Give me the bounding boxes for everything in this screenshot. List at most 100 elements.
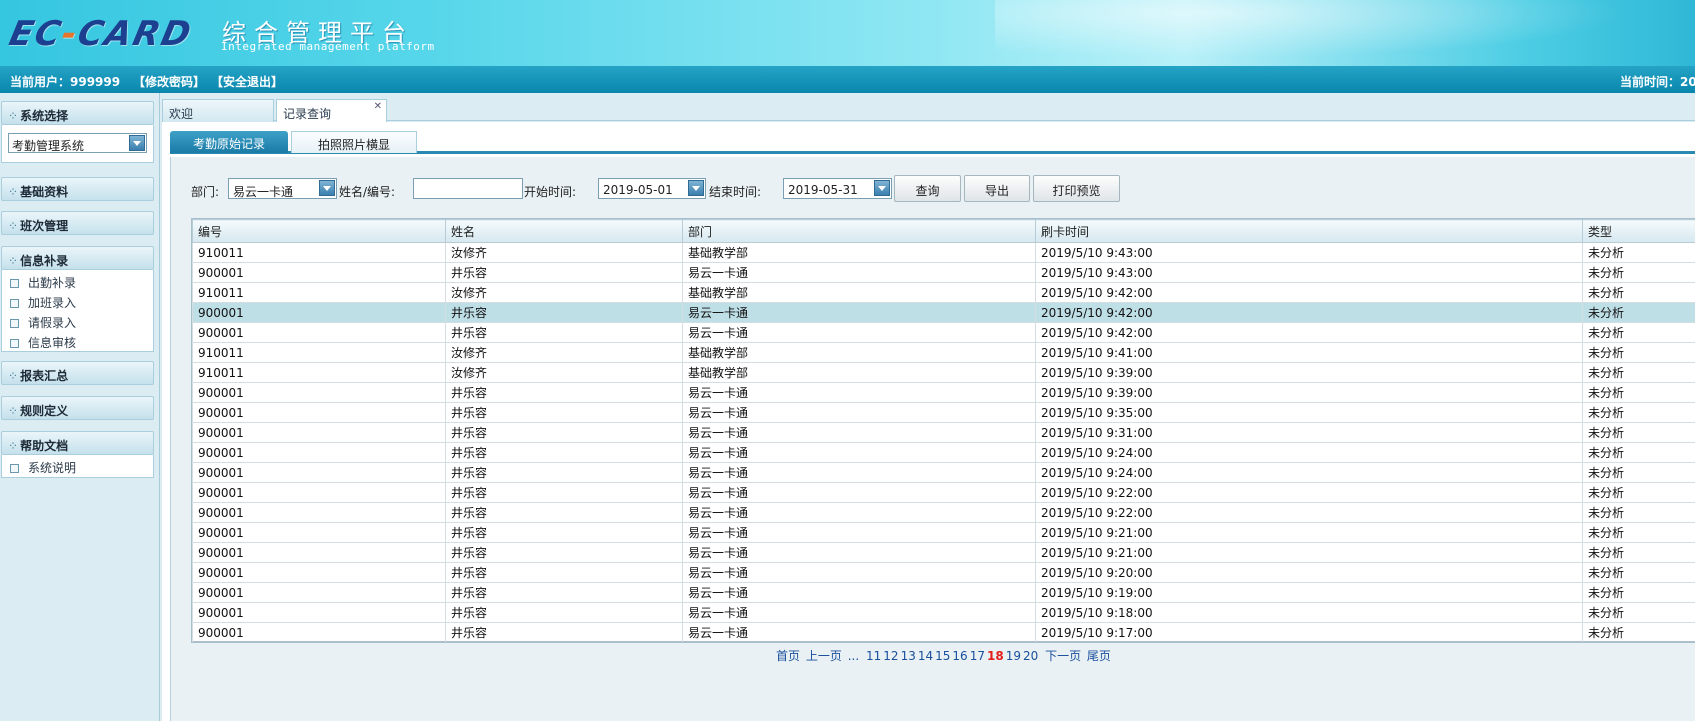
col-header-swipe-time[interactable]: 刷卡时间 [1035, 219, 1583, 243]
cell-id: 900001 [192, 322, 446, 343]
sidebar-item-attendance-supplement[interactable]: 出勤补录 [2, 271, 153, 291]
sidebar-section-basic[interactable]: ⁘ 基础资料 [1, 177, 154, 201]
cell-id: 900001 [192, 382, 446, 403]
cell-name: 井乐容 [445, 402, 683, 423]
sidebar-item-system-manual[interactable]: 系统说明 [2, 456, 153, 476]
cell-id: 910011 [192, 242, 446, 263]
cell-name: 井乐容 [445, 302, 683, 323]
sidebar-item-leave-entry[interactable]: 请假录入 [2, 311, 153, 331]
dept-label: 部门: [191, 185, 220, 199]
next-page-link[interactable]: 下一页 [1045, 649, 1081, 663]
last-page-link[interactable]: 尾页 [1087, 649, 1111, 663]
cell-type: 未分析 [1582, 562, 1695, 583]
end-date-picker[interactable]: 2019-05-31 [783, 178, 892, 199]
cell-swipe-time: 2019/5/10 9:35:00 [1035, 402, 1583, 423]
table-row[interactable]: 900001 井乐容 易云一卡通 2019/5/10 9:24:00 未分析 [192, 462, 1695, 483]
table-row[interactable]: 900001 井乐容 易云一卡通 2019/5/10 9:35:00 未分析 [192, 402, 1695, 423]
sidebar-section-info[interactable]: ⁘ 信息补录 [1, 246, 154, 270]
chevron-down-icon[interactable] [874, 180, 890, 196]
page-number-link[interactable]: 11 [866, 649, 881, 663]
table-row[interactable]: 910011 汝修齐 基础教学部 2019/5/10 9:43:00 未分析 [192, 242, 1695, 263]
name-id-input[interactable] [413, 178, 523, 199]
cell-name: 井乐容 [445, 262, 683, 283]
cell-dept: 基础教学部 [682, 242, 1036, 263]
table-row[interactable]: 900001 井乐容 易云一卡通 2019/5/10 9:20:00 未分析 [192, 562, 1695, 583]
table-row[interactable]: 900001 井乐容 易云一卡通 2019/5/10 9:24:00 未分析 [192, 442, 1695, 463]
expand-dots-icon: ⁘ [8, 404, 19, 418]
chevron-down-icon[interactable] [688, 180, 704, 196]
close-icon[interactable]: ✕ [374, 101, 382, 112]
first-page-link[interactable]: 首页 [776, 649, 800, 663]
start-date-picker[interactable]: 2019-05-01 [598, 178, 706, 199]
cell-name: 井乐容 [445, 582, 683, 603]
dept-select[interactable]: 易云一卡通 [228, 178, 337, 199]
page-number-link[interactable]: 20 [1023, 649, 1038, 663]
cell-dept: 易云一卡通 [682, 462, 1036, 483]
page-number-link[interactable]: 15 [935, 649, 950, 663]
chevron-down-icon[interactable] [129, 135, 145, 151]
cell-swipe-time: 2019/5/10 9:31:00 [1035, 422, 1583, 443]
chevron-down-icon[interactable] [319, 180, 335, 196]
cell-type: 未分析 [1582, 622, 1695, 643]
tab-welcome[interactable]: 欢迎 [162, 99, 274, 122]
system-select-dropdown[interactable]: 考勤管理系统 [8, 133, 147, 153]
tab-raw-records[interactable]: 考勤原始记录 [170, 131, 288, 153]
page-number-link[interactable]: 13 [901, 649, 916, 663]
table-row[interactable]: 900001 井乐容 易云一卡通 2019/5/10 9:18:00 未分析 [192, 602, 1695, 623]
cell-name: 井乐容 [445, 622, 683, 643]
query-button[interactable]: 查询 [894, 175, 961, 202]
table-row[interactable]: 900001 井乐容 易云一卡通 2019/5/10 9:42:00 未分析 [192, 302, 1695, 323]
table-row[interactable]: 900001 井乐容 易云一卡通 2019/5/10 9:17:00 未分析 [192, 622, 1695, 643]
table-row[interactable]: 910011 汝修齐 基础教学部 2019/5/10 9:42:00 未分析 [192, 282, 1695, 303]
page-number-link[interactable]: 19 [1006, 649, 1021, 663]
sidebar-section-rules[interactable]: ⁘ 规则定义 [1, 396, 154, 420]
cell-dept: 易云一卡通 [682, 382, 1036, 403]
table-row[interactable]: 900001 井乐容 易云一卡通 2019/5/10 9:22:00 未分析 [192, 482, 1695, 503]
table-row[interactable]: 900001 井乐容 易云一卡通 2019/5/10 9:19:00 未分析 [192, 582, 1695, 603]
tab-photo-horizontal[interactable]: 拍照照片横显 [291, 131, 417, 153]
table-row[interactable]: 900001 井乐容 易云一卡通 2019/5/10 9:43:00 未分析 [192, 262, 1695, 283]
sidebar-item-info-review[interactable]: 信息审核 [2, 331, 153, 351]
page-number-link[interactable]: 17 [970, 649, 985, 663]
sidebar: ⁘ 系统选择 考勤管理系统 ⁘ 基础资料 ⁘ 班次管理 ⁘ 信息补录 出勤补录 加班录入… [0, 93, 160, 721]
page-number-link[interactable]: 16 [952, 649, 967, 663]
cell-type: 未分析 [1582, 302, 1695, 323]
table-row[interactable]: 900001 井乐容 易云一卡通 2019/5/10 9:42:00 未分析 [192, 322, 1695, 343]
cell-name: 汝修齐 [445, 362, 683, 383]
cell-name: 井乐容 [445, 462, 683, 483]
col-header-name[interactable]: 姓名 [445, 219, 683, 243]
table-row[interactable]: 900001 井乐容 易云一卡通 2019/5/10 9:31:00 未分析 [192, 422, 1695, 443]
page-number-link[interactable]: 18 [987, 649, 1004, 663]
table-row[interactable]: 900001 井乐容 易云一卡通 2019/5/10 9:39:00 未分析 [192, 382, 1695, 403]
cell-dept: 易云一卡通 [682, 502, 1036, 523]
table-row[interactable]: 910011 汝修齐 基础教学部 2019/5/10 9:39:00 未分析 [192, 362, 1695, 383]
col-header-dept[interactable]: 部门 [682, 219, 1036, 243]
cell-swipe-time: 2019/5/10 9:42:00 [1035, 302, 1583, 323]
col-header-id[interactable]: 编号 [192, 219, 446, 243]
item-square-icon [10, 319, 19, 328]
cell-type: 未分析 [1582, 382, 1695, 403]
sidebar-section-help[interactable]: ⁘ 帮助文档 [1, 431, 154, 455]
page-number-link[interactable]: 12 [883, 649, 898, 663]
print-preview-button[interactable]: 打印预览 [1033, 175, 1120, 202]
tab-record-query[interactable]: 记录查询 ✕ [276, 99, 387, 123]
cell-swipe-time: 2019/5/10 9:39:00 [1035, 382, 1583, 403]
table-row[interactable]: 910011 汝修齐 基础教学部 2019/5/10 9:41:00 未分析 [192, 342, 1695, 363]
cell-type: 未分析 [1582, 462, 1695, 483]
table-row[interactable]: 900001 井乐容 易云一卡通 2019/5/10 9:21:00 未分析 [192, 522, 1695, 543]
col-header-type[interactable]: 类型 [1582, 219, 1695, 243]
sidebar-section-system-select[interactable]: ⁘ 系统选择 [1, 101, 154, 125]
table-row[interactable]: 900001 井乐容 易云一卡通 2019/5/10 9:21:00 未分析 [192, 542, 1695, 563]
cell-dept: 易云一卡通 [682, 302, 1036, 323]
table-row[interactable]: 900001 井乐容 易云一卡通 2019/5/10 9:22:00 未分析 [192, 502, 1695, 523]
sidebar-section-shift[interactable]: ⁘ 班次管理 [1, 211, 154, 235]
cell-swipe-time: 2019/5/10 9:43:00 [1035, 262, 1583, 283]
export-button[interactable]: 导出 [964, 175, 1030, 202]
logout-link[interactable]: 【安全退出】 [211, 73, 283, 90]
page-number-link[interactable]: 14 [918, 649, 933, 663]
cell-type: 未分析 [1582, 542, 1695, 563]
prev-page-link[interactable]: 上一页 [806, 649, 842, 663]
sidebar-section-report[interactable]: ⁘ 报表汇总 [1, 361, 154, 385]
sidebar-item-overtime-entry[interactable]: 加班录入 [2, 291, 153, 311]
change-password-link[interactable]: 【修改密码】 [133, 73, 205, 90]
